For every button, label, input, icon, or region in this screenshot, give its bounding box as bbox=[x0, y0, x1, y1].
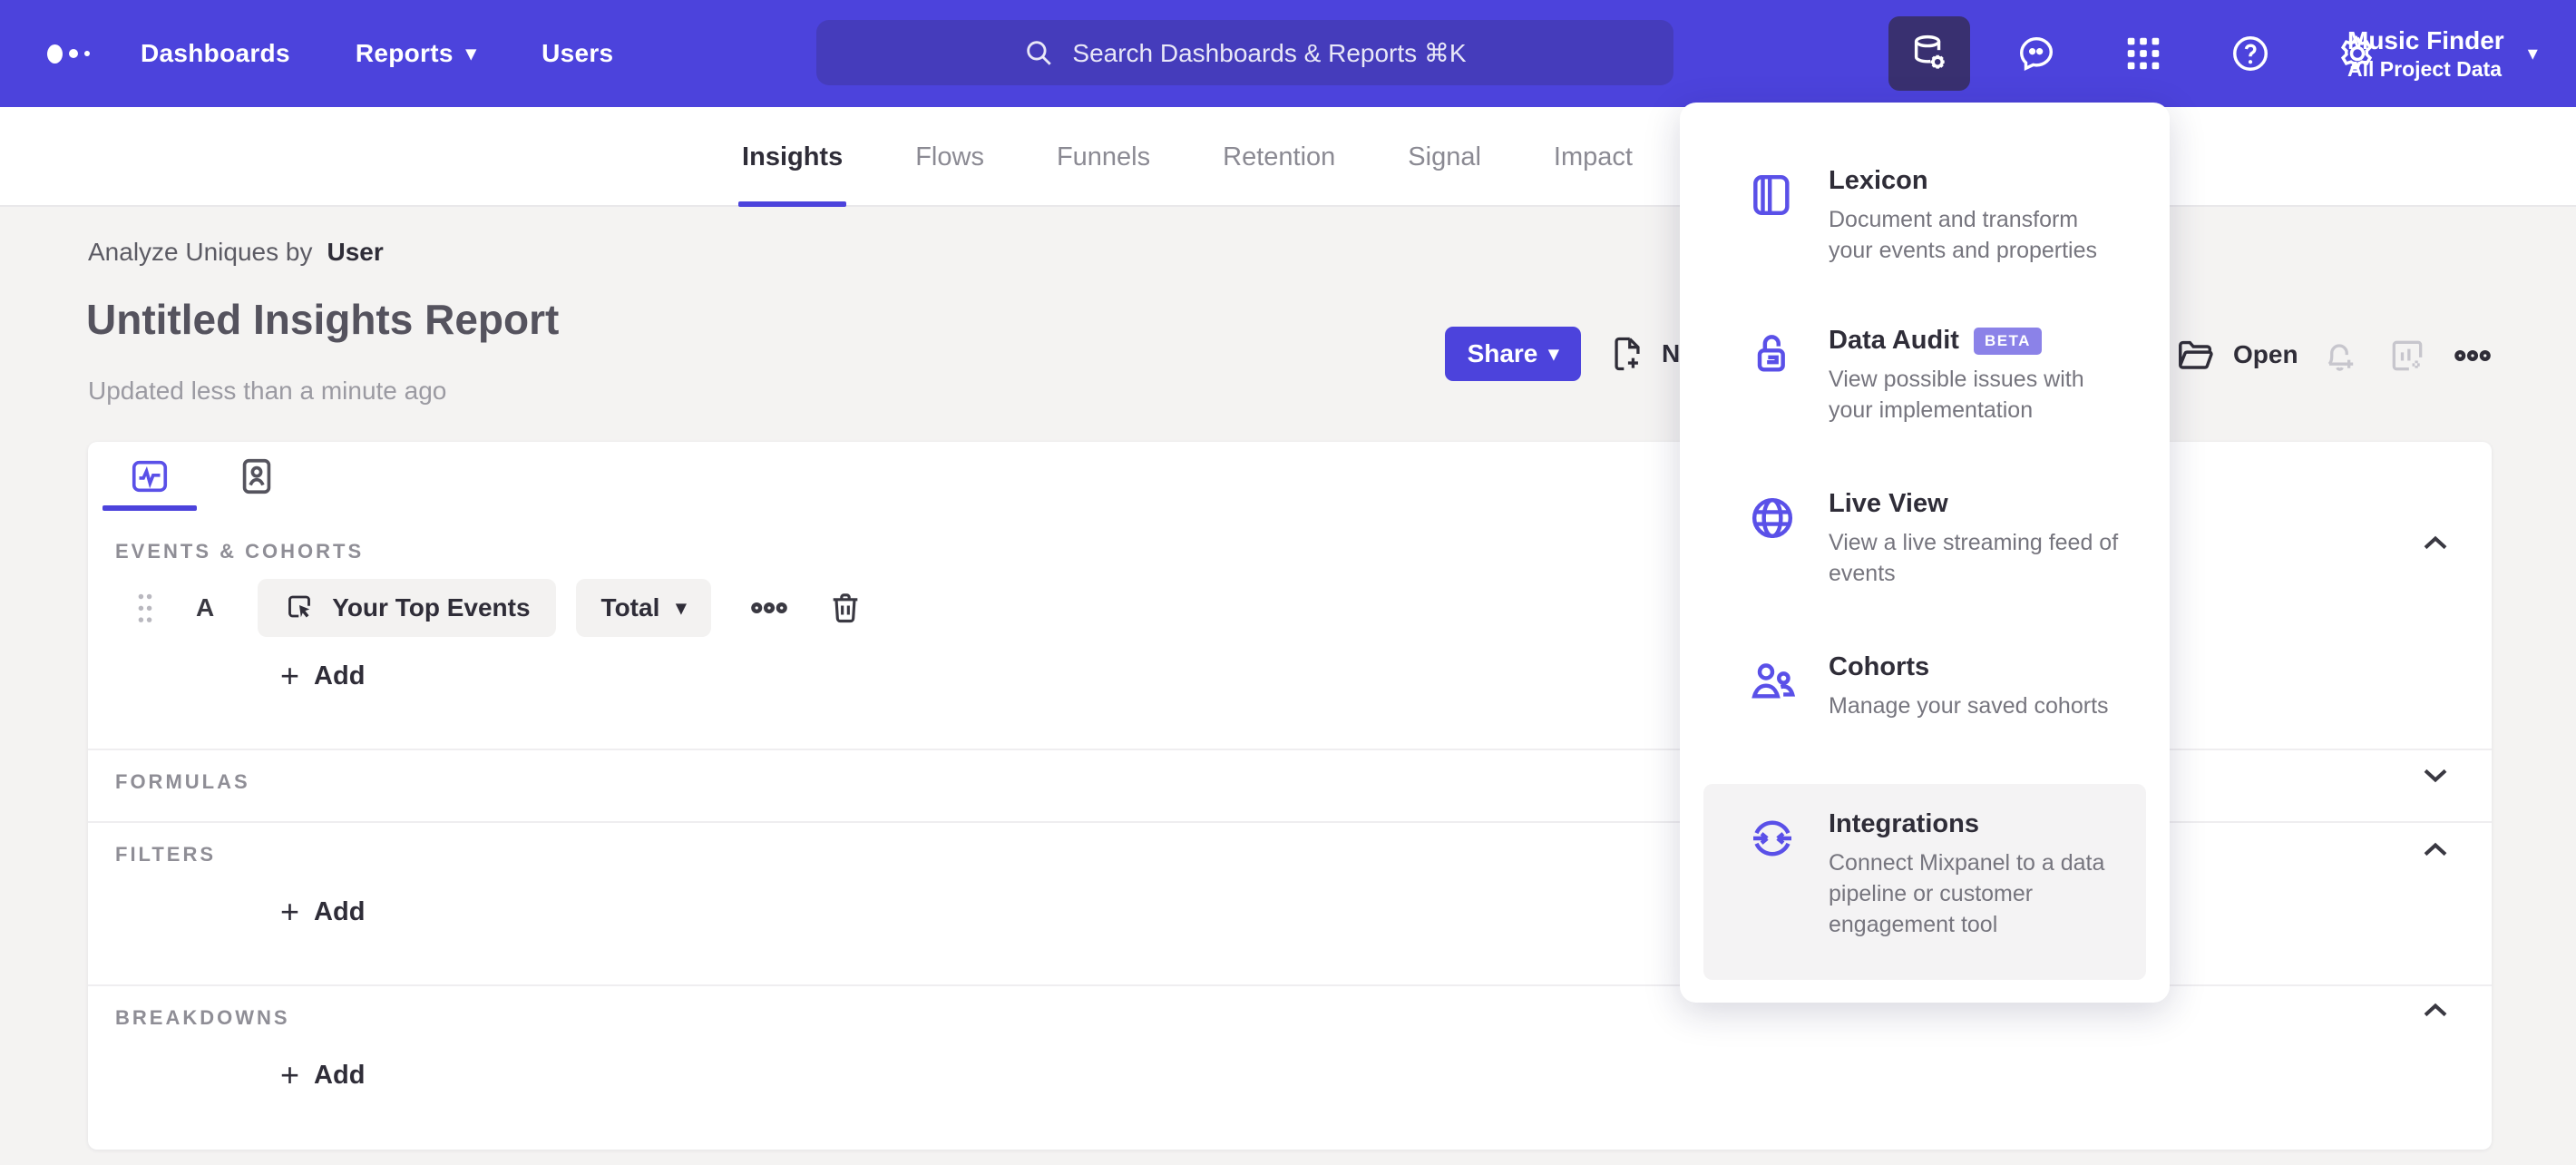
mixpanel-insights-screen: Dashboards Reports ▾ Users Search Dashboa… bbox=[0, 0, 2576, 1165]
event-row: A Your Top Events Total ▾ bbox=[88, 578, 864, 638]
menu-item-title: Cohorts bbox=[1829, 652, 1930, 681]
nav-dashboards[interactable]: Dashboards bbox=[141, 39, 290, 68]
collapse-events-icon[interactable] bbox=[2415, 524, 2455, 563]
share-button[interactable]: Share ▾ bbox=[1445, 327, 1581, 381]
feedback-button[interactable] bbox=[1995, 16, 2077, 91]
data-audit-icon bbox=[1747, 329, 1798, 460]
menu-item-title: Data Audit BETA bbox=[1829, 326, 2128, 356]
document-plus-icon bbox=[1615, 337, 1640, 371]
add-filter-button[interactable]: + Add bbox=[280, 896, 365, 928]
collapse-breakdowns-icon[interactable] bbox=[2415, 991, 2455, 1031]
profiles-view-tab[interactable] bbox=[213, 442, 300, 511]
tab-signal[interactable]: Signal bbox=[1408, 107, 1481, 207]
chevron-down-icon: ▾ bbox=[2527, 42, 2538, 64]
nav-users[interactable]: Users bbox=[542, 39, 613, 68]
formulas-section-label: FORMULAS bbox=[115, 770, 250, 793]
project-switcher[interactable]: Music Finder All Project Data ▾ bbox=[2347, 0, 2538, 107]
integrations-sync-icon bbox=[1747, 813, 1798, 980]
data-management-dropdown: Lexicon Document and transform your even… bbox=[1680, 103, 2170, 1003]
breakdowns-section-label: BREAKDOWNS bbox=[115, 1006, 290, 1029]
open-report-button[interactable]: Open bbox=[2175, 334, 2298, 376]
help-button[interactable] bbox=[2210, 16, 2291, 91]
add-event-button[interactable]: + Add bbox=[280, 660, 365, 692]
tab-insights[interactable]: Insights bbox=[738, 107, 847, 207]
search-icon bbox=[1027, 41, 1052, 65]
create-alert-button[interactable] bbox=[2317, 334, 2361, 377]
event-cursor-icon bbox=[288, 595, 311, 618]
updated-timestamp: Updated less than a minute ago bbox=[88, 377, 447, 405]
metric-selector-button[interactable]: Total ▾ bbox=[575, 579, 712, 637]
beta-badge: BETA bbox=[1973, 327, 2042, 355]
analyze-uniques-value[interactable]: User bbox=[327, 238, 383, 266]
profile-card-icon bbox=[242, 458, 271, 494]
cohorts-people-icon bbox=[1747, 656, 1798, 772]
delete-row-icon[interactable] bbox=[827, 588, 864, 628]
events-section-label: EVENTS & COHORTS bbox=[115, 540, 365, 563]
bell-plus-icon bbox=[2327, 344, 2354, 371]
chevron-down-icon: ▾ bbox=[465, 42, 477, 64]
grid-icon bbox=[2127, 37, 2160, 70]
analyze-uniques-label: Analyze Uniques by User bbox=[88, 238, 384, 266]
menu-item-data-audit[interactable]: Data Audit BETA View possible issues with… bbox=[1703, 300, 2146, 460]
chart-add-icon bbox=[2392, 340, 2423, 371]
folder-icon bbox=[2179, 340, 2213, 369]
pulse-chart-icon bbox=[132, 460, 168, 493]
top-nav: Dashboards Reports ▾ Users bbox=[141, 0, 613, 107]
page-title[interactable]: Untitled Insights Report bbox=[86, 295, 559, 344]
chat-bubble-icon bbox=[2019, 36, 2054, 72]
ellipsis-icon bbox=[2454, 349, 2491, 362]
menu-item-title: Live View bbox=[1829, 489, 1948, 518]
apps-grid-button[interactable] bbox=[2103, 16, 2184, 91]
menu-item-title: Integrations bbox=[1829, 809, 1979, 838]
data-management-button[interactable] bbox=[1888, 16, 1970, 91]
menu-item-cohorts[interactable]: Cohorts Manage your saved cohorts bbox=[1703, 627, 2146, 772]
event-selector-button[interactable]: Your Top Events bbox=[258, 579, 556, 637]
add-to-board-button[interactable] bbox=[2386, 334, 2429, 377]
live-view-globe-icon bbox=[1747, 493, 1798, 623]
menu-item-integrations[interactable]: Integrations Connect Mixpanel to a data … bbox=[1703, 784, 2146, 980]
collapse-filters-icon[interactable] bbox=[2415, 830, 2455, 870]
question-icon bbox=[2233, 36, 2268, 71]
drag-handle-icon[interactable] bbox=[135, 592, 155, 625]
expand-formulas-icon[interactable] bbox=[2415, 755, 2455, 795]
more-actions-button[interactable] bbox=[2451, 334, 2494, 377]
database-gear-icon bbox=[1914, 34, 1945, 69]
tab-retention[interactable]: Retention bbox=[1223, 107, 1335, 207]
events-view-tab[interactable] bbox=[102, 442, 197, 511]
lexicon-icon bbox=[1747, 170, 1798, 300]
tab-flows[interactable]: Flows bbox=[915, 107, 984, 207]
tab-funnels[interactable]: Funnels bbox=[1057, 107, 1150, 207]
series-letter: A bbox=[196, 593, 215, 622]
search-placeholder: Search Dashboards & Reports ⌘K bbox=[1072, 38, 1467, 67]
search-input[interactable]: Search Dashboards & Reports ⌘K bbox=[816, 20, 1673, 85]
menu-item-lexicon[interactable]: Lexicon Document and transform your even… bbox=[1703, 141, 2146, 300]
menu-item-title: Lexicon bbox=[1829, 166, 1928, 195]
menu-item-description: Document and transform your events and p… bbox=[1829, 207, 2098, 263]
chevron-down-icon: ▾ bbox=[676, 596, 687, 619]
nav-reports[interactable]: Reports ▾ bbox=[356, 39, 476, 68]
project-scope: All Project Data bbox=[2347, 57, 2502, 82]
top-header: Dashboards Reports ▾ Users Search Dashboa… bbox=[0, 0, 2576, 107]
active-tab-underline bbox=[738, 201, 847, 207]
menu-item-description: View a live streaming feed of events bbox=[1829, 530, 2119, 586]
menu-item-description: Connect Mixpanel to a data pipeline or c… bbox=[1829, 850, 2105, 937]
menu-item-live-view[interactable]: Live View View a live streaming feed of … bbox=[1703, 464, 2146, 623]
filters-section-label: FILTERS bbox=[115, 843, 217, 866]
report-tabstrip: Insights Flows Funnels Retention Signal … bbox=[0, 107, 2576, 207]
tab-impact[interactable]: Impact bbox=[1554, 107, 1633, 207]
header-icon-group bbox=[1888, 0, 2398, 107]
add-breakdown-button[interactable]: + Add bbox=[280, 1059, 365, 1092]
menu-item-description: View possible issues with your implement… bbox=[1829, 367, 2084, 423]
project-name: Music Finder bbox=[2347, 26, 2504, 55]
row-more-icon[interactable] bbox=[749, 588, 789, 628]
chevron-down-icon: ▾ bbox=[1548, 342, 1559, 365]
menu-item-description: Manage your saved cohorts bbox=[1829, 693, 2109, 719]
mixpanel-logo-icon[interactable] bbox=[47, 0, 90, 107]
